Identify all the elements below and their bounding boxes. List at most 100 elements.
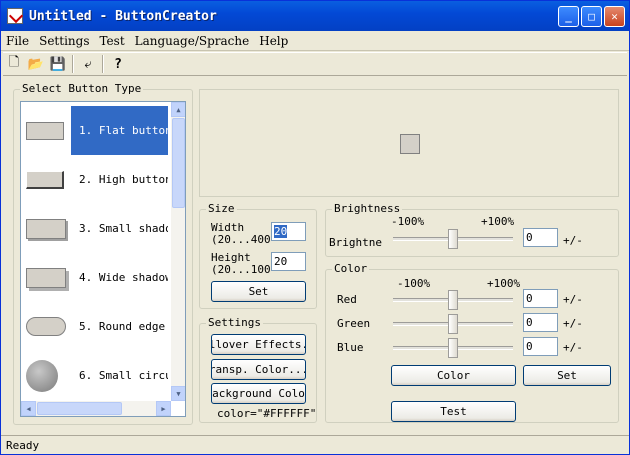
open-icon: 📂 [27,56,45,72]
group-label: Size [206,202,237,215]
round-edge-preview [26,317,66,336]
list-item-wide-shadow[interactable]: 4. Wide shadow [21,253,171,302]
blue-input[interactable]: 0 [523,337,558,356]
blue-slider[interactable] [393,338,513,358]
small-shadow-preview [26,218,66,239]
list-item-small-circle[interactable]: 6. Small circul [21,351,171,400]
slider-thumb[interactable] [448,314,458,334]
list-item-high[interactable]: 2. High button [21,155,171,204]
wide-shadow-preview [26,267,66,288]
width-input[interactable]: 20 [271,222,306,241]
minimize-icon: _ [565,10,572,23]
color-min-label: -100% [397,277,431,290]
help-icon: ? [114,56,122,72]
scroll-down-icon[interactable]: ▼ [171,386,185,401]
brightness-unit: +/- [563,234,583,247]
green-slider[interactable] [393,314,513,334]
group-label: Settings [206,316,263,329]
height-input[interactable]: 20 [271,252,306,271]
list-item-label: 5. Round edge [79,320,166,333]
minimize-button[interactable]: _ [558,6,579,27]
scroll-thumb[interactable] [172,118,185,208]
save-button[interactable]: 💾 [47,54,69,74]
brightness-group: Brightness [325,202,619,257]
menu-language[interactable]: Language/Sprache [130,34,255,48]
list-item-small-shadow[interactable]: 3. Small shadow [21,204,171,253]
list-item-label: 4. Wide shadow [79,271,168,284]
height-range: (20...100 [211,263,271,276]
blue-unit: +/- [563,341,583,354]
menu-help[interactable]: Help [254,34,293,48]
menu-test[interactable]: Test [94,34,129,48]
list-item-flat[interactable]: 1. Flat button [21,106,171,155]
green-label: Green [337,317,371,330]
scroll-right-icon[interactable]: ▶ [156,401,171,416]
toolbar: 🗋 📂 💾 ⤶ ? [3,52,627,76]
preview-area [199,89,619,197]
new-icon: 🗋 [8,55,20,70]
slider-thumb[interactable] [448,229,458,249]
slider-thumb[interactable] [448,338,458,358]
red-label: Red [337,293,357,306]
maximize-icon: □ [588,10,595,23]
scroll-up-icon[interactable]: ▲ [171,102,185,117]
menu-file[interactable]: File [1,34,34,48]
green-unit: +/- [563,317,583,330]
toolbar-separator [72,55,74,73]
color-button[interactable]: Color [391,365,516,386]
blue-label: Blue [337,341,364,354]
group-label: Color [332,262,370,275]
list-item-label: 1. Flat button [71,106,168,155]
test-tool-button[interactable]: ⤶ [77,54,99,74]
close-icon: ✕ [611,10,618,23]
button-type-list[interactable]: 1. Flat button 2. High button 3. Small s… [20,101,186,417]
app-window: Untitled - ButtonCreator _ □ ✕ File Sett… [0,0,630,455]
app-icon [7,8,23,24]
vertical-scrollbar[interactable]: ▲ ▼ [171,102,185,401]
hscroll-thumb[interactable] [37,402,122,415]
brightness-row-label: Brightne: [329,236,383,249]
background-color-button[interactable]: Background Color [211,383,306,404]
list-item-label: 2. High button [79,173,168,186]
new-button[interactable]: 🗋 [3,54,25,74]
open-button[interactable]: 📂 [25,54,47,74]
menu-settings[interactable]: Settings [34,34,94,48]
list-item-round-edge[interactable]: 5. Round edge [21,302,171,351]
flat-button-preview [26,121,64,140]
status-bar: Ready [1,435,629,454]
width-range: (20...400 [211,233,271,246]
save-icon: 💾 [49,56,67,72]
brightness-max-label: +100% [481,215,515,228]
group-label: Brightness [332,202,403,215]
transparent-color-button[interactable]: ransp. Color... [211,359,306,380]
list-item-label: 3. Small shadow [79,222,168,235]
small-circle-preview [26,359,58,392]
maximize-button[interactable]: □ [581,6,602,27]
toolbar-separator [102,55,104,73]
test-icon: ⤶ [84,56,92,72]
scroll-left-icon[interactable]: ◀ [21,401,36,416]
green-input[interactable]: 0 [523,313,558,332]
test-button[interactable]: Test [391,401,516,422]
rollover-effects-button[interactable]: llover Effects. [211,334,306,355]
slider-thumb[interactable] [448,290,458,310]
list-item-label: 6. Small circul [79,369,168,382]
red-input[interactable]: 0 [523,289,558,308]
color-max-label: +100% [487,277,521,290]
title-bar: Untitled - ButtonCreator _ □ ✕ [1,1,629,31]
close-button[interactable]: ✕ [604,6,625,27]
help-button[interactable]: ? [107,54,129,74]
red-slider[interactable] [393,290,513,310]
color-set-button[interactable]: Set [523,365,611,386]
red-unit: +/- [563,293,583,306]
menu-bar: File Settings Test Language/Sprache Help [1,32,629,51]
brightness-slider[interactable] [393,229,513,249]
brightness-min-label: -100% [391,215,425,228]
brightness-input[interactable]: 0 [523,228,558,247]
preview-button[interactable] [400,134,420,154]
group-label: Select Button Type [20,82,144,95]
status-text: Ready [6,438,40,452]
size-set-button[interactable]: Set [211,281,306,302]
high-button-preview [26,170,64,189]
horizontal-scrollbar[interactable]: ◀ ▶ [21,401,171,416]
